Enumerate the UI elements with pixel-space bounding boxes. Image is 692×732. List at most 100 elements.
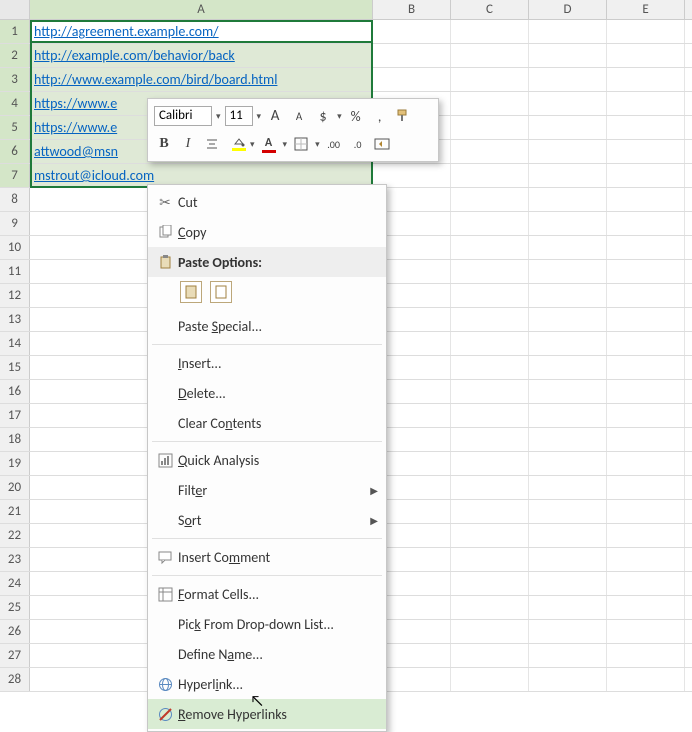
row-header[interactable]: 2 [0, 44, 30, 67]
row-header[interactable]: 11 [0, 260, 30, 283]
cell-E19[interactable] [607, 452, 685, 475]
cell-D11[interactable] [529, 260, 607, 283]
cell-C16[interactable] [451, 380, 529, 403]
cell-E15[interactable] [607, 356, 685, 379]
cell-E4[interactable] [607, 92, 685, 115]
col-header-E[interactable]: E [607, 0, 685, 19]
cell-C19[interactable] [451, 452, 529, 475]
ctx-cut[interactable]: ✂ Cut [148, 187, 386, 217]
cell-E13[interactable] [607, 308, 685, 331]
cell-E14[interactable] [607, 332, 685, 355]
increase-decimal-icon[interactable]: .00 [324, 134, 344, 154]
row-header[interactable]: 8 [0, 188, 30, 211]
row-header[interactable]: 23 [0, 548, 30, 571]
cell-E20[interactable] [607, 476, 685, 499]
cell-D1[interactable] [529, 20, 607, 43]
cell-D28[interactable] [529, 668, 607, 691]
row-header[interactable]: 14 [0, 332, 30, 355]
fill-color-button[interactable] [226, 134, 246, 154]
cell-C18[interactable] [451, 428, 529, 451]
bold-button[interactable]: B [154, 134, 174, 154]
row-header[interactable]: 17 [0, 404, 30, 427]
cell-D14[interactable] [529, 332, 607, 355]
cell-D16[interactable] [529, 380, 607, 403]
cell-E24[interactable] [607, 572, 685, 595]
cell-B2[interactable] [373, 44, 451, 67]
decrease-decimal-icon[interactable]: .0 [348, 134, 368, 154]
cell-C21[interactable] [451, 500, 529, 523]
cell-E16[interactable] [607, 380, 685, 403]
cell-E12[interactable] [607, 284, 685, 307]
cell-E17[interactable] [607, 404, 685, 427]
grow-font-button[interactable]: A [265, 106, 285, 126]
cell-C23[interactable] [451, 548, 529, 571]
cell-D7[interactable] [529, 164, 607, 187]
paste-option-values[interactable] [210, 281, 232, 303]
cell-D12[interactable] [529, 284, 607, 307]
cell-E9[interactable] [607, 212, 685, 235]
col-header-B[interactable]: B [373, 0, 451, 19]
cell-E26[interactable] [607, 620, 685, 643]
cell-C1[interactable] [451, 20, 529, 43]
borders-dropdown-icon[interactable]: ▾ [315, 139, 320, 150]
cell-D23[interactable] [529, 548, 607, 571]
col-header-D[interactable]: D [529, 0, 607, 19]
row-header[interactable]: 28 [0, 668, 30, 691]
col-header-A[interactable]: A [30, 0, 373, 19]
cell-E23[interactable] [607, 548, 685, 571]
row-header[interactable]: 15 [0, 356, 30, 379]
ctx-delete[interactable]: Delete... [148, 378, 386, 408]
cell-C12[interactable] [451, 284, 529, 307]
cell-D4[interactable] [529, 92, 607, 115]
cell-D25[interactable] [529, 596, 607, 619]
col-header-C[interactable]: C [451, 0, 529, 19]
cell-D10[interactable] [529, 236, 607, 259]
cell-C14[interactable] [451, 332, 529, 355]
cell-E28[interactable] [607, 668, 685, 691]
font-name-dropdown-icon[interactable]: ▾ [216, 111, 221, 122]
row-header[interactable]: 21 [0, 500, 30, 523]
row-header[interactable]: 13 [0, 308, 30, 331]
currency-button[interactable]: $ [313, 106, 333, 126]
cell-D8[interactable] [529, 188, 607, 211]
cell-C20[interactable] [451, 476, 529, 499]
align-center-icon[interactable] [202, 134, 222, 154]
cell-A2[interactable]: http://example.com/behavior/back [30, 44, 373, 67]
cell-E10[interactable] [607, 236, 685, 259]
cell-C8[interactable] [451, 188, 529, 211]
row-header[interactable]: 20 [0, 476, 30, 499]
cell-E22[interactable] [607, 524, 685, 547]
row-header[interactable]: 25 [0, 596, 30, 619]
ctx-paste-special[interactable]: Paste Special... [148, 311, 386, 341]
row-header[interactable]: 24 [0, 572, 30, 595]
cell-C27[interactable] [451, 644, 529, 667]
ctx-define-name[interactable]: Define Name... [148, 639, 386, 669]
row-header[interactable]: 19 [0, 452, 30, 475]
row-header[interactable]: 10 [0, 236, 30, 259]
font-color-dropdown-icon[interactable]: ▾ [283, 139, 288, 150]
cell-C9[interactable] [451, 212, 529, 235]
font-name-box[interactable]: Calibri [154, 106, 212, 126]
cell-C6[interactable] [451, 140, 529, 163]
row-header[interactable]: 12 [0, 284, 30, 307]
row-header[interactable]: 4 [0, 92, 30, 115]
row-header[interactable]: 5 [0, 116, 30, 139]
cell-C28[interactable] [451, 668, 529, 691]
cell-D5[interactable] [529, 116, 607, 139]
cell-C25[interactable] [451, 596, 529, 619]
merge-cells-icon[interactable] [372, 134, 392, 154]
cell-D18[interactable] [529, 428, 607, 451]
cell-D21[interactable] [529, 500, 607, 523]
cell-D24[interactable] [529, 572, 607, 595]
row-header[interactable]: 6 [0, 140, 30, 163]
ctx-quick-analysis[interactable]: Quick Analysis [148, 445, 386, 475]
cell-C10[interactable] [451, 236, 529, 259]
cell-E18[interactable] [607, 428, 685, 451]
cell-E25[interactable] [607, 596, 685, 619]
cell-C26[interactable] [451, 620, 529, 643]
cell-D9[interactable] [529, 212, 607, 235]
cell-D26[interactable] [529, 620, 607, 643]
cell-C4[interactable] [451, 92, 529, 115]
ctx-clear-contents[interactable]: Clear Contents [148, 408, 386, 438]
cell-D17[interactable] [529, 404, 607, 427]
